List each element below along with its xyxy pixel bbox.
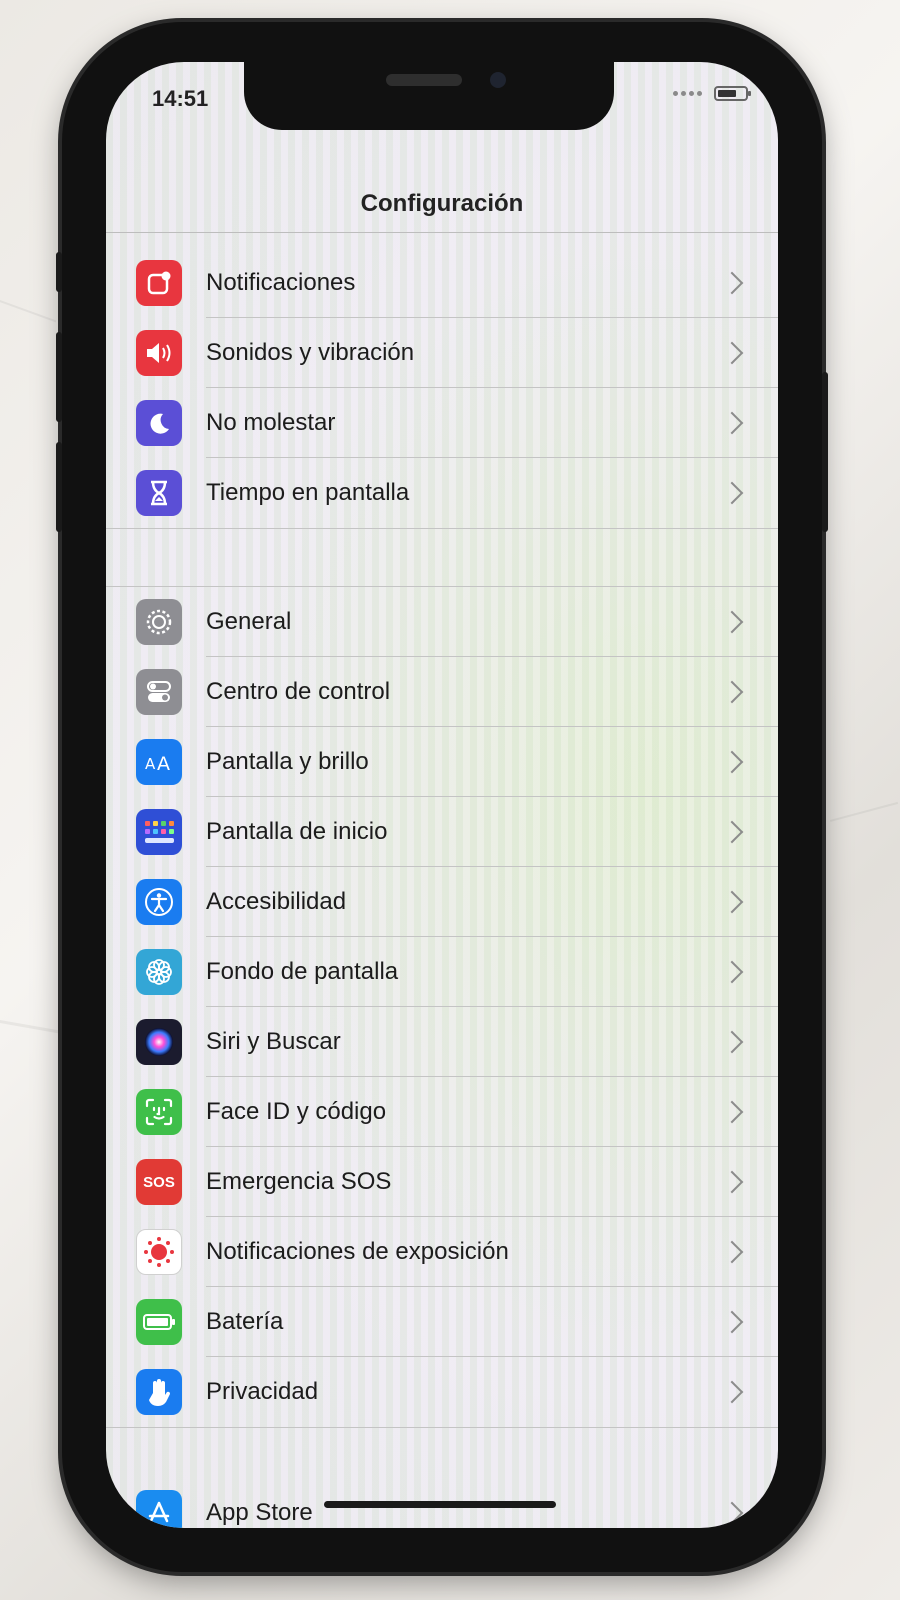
sos-icon-text: SOS	[143, 1173, 175, 1191]
settings-row-label: Batería	[206, 1308, 284, 1335]
phone-frame: 14:51 Configuración Notificaciones Sonid…	[56, 22, 828, 1572]
settings-row-label: Siri y Buscar	[206, 1028, 341, 1055]
chevron-right-icon	[720, 271, 744, 295]
signal-icon	[673, 91, 702, 96]
settings-row-centro-control[interactable]: Centro de control	[106, 657, 778, 727]
settings-group-2: General Centro de control AA Pantalla y …	[106, 587, 778, 1427]
siri-icon	[136, 1019, 182, 1065]
settings-row-label: Accesibilidad	[206, 888, 347, 915]
app-store-icon	[136, 1490, 182, 1528]
chevron-right-icon	[720, 680, 744, 704]
group-divider	[106, 528, 778, 529]
settings-row-sonidos[interactable]: Sonidos y vibración	[106, 318, 778, 388]
settings-row-label: Tiempo en pantalla	[206, 479, 410, 506]
status-indicators	[673, 86, 751, 101]
settings-row-bateria[interactable]: Batería	[106, 1287, 778, 1357]
settings-row-pantalla-brillo[interactable]: AA Pantalla y brillo	[106, 727, 778, 797]
power-button	[822, 372, 828, 532]
speaker-icon	[136, 330, 182, 376]
nav-divider	[106, 232, 778, 233]
settings-row-tiempo-pantalla[interactable]: Tiempo en pantalla	[106, 458, 778, 528]
silent-switch	[56, 252, 62, 292]
hourglass-icon	[136, 470, 182, 516]
settings-group-1: Notificaciones Sonidos y vibración No mo…	[106, 248, 778, 528]
front-camera	[490, 72, 506, 88]
settings-row-label: Notificaciones de exposición	[206, 1238, 509, 1265]
settings-row-pantalla-inicio[interactable]: Pantalla de inicio	[106, 797, 778, 867]
text-size-icon: AA	[136, 739, 182, 785]
settings-row-label: Privacidad	[206, 1378, 319, 1405]
settings-row-label: Face ID y código	[206, 1098, 387, 1125]
settings-row-label: No molestar	[206, 409, 336, 436]
settings-row-sos[interactable]: SOS Emergencia SOS	[106, 1147, 778, 1217]
accessibility-icon	[136, 879, 182, 925]
settings-row-no-molestar[interactable]: No molestar	[106, 388, 778, 458]
group-divider	[106, 1427, 778, 1428]
settings-row-accesibilidad[interactable]: Accesibilidad	[106, 867, 778, 937]
chevron-right-icon	[720, 1310, 744, 1334]
settings-row-label: Notificaciones	[206, 269, 356, 296]
settings-row-label: Emergencia SOS	[206, 1168, 392, 1195]
svg-text:A: A	[145, 755, 156, 773]
moon-icon	[136, 400, 182, 446]
chevron-right-icon	[720, 1501, 744, 1525]
chevron-right-icon	[720, 341, 744, 365]
chevron-right-icon	[720, 890, 744, 914]
svg-text:A: A	[157, 753, 170, 774]
chevron-right-icon	[720, 1170, 744, 1194]
chevron-right-icon	[720, 750, 744, 774]
toggles-icon	[136, 669, 182, 715]
home-indicator[interactable]	[324, 1501, 556, 1508]
settings-row-siri[interactable]: Siri y Buscar	[106, 1007, 778, 1077]
face-id-icon	[136, 1089, 182, 1135]
chevron-right-icon	[720, 411, 744, 435]
settings-row-label: Sonidos y vibración	[206, 339, 415, 366]
battery-icon	[136, 1299, 182, 1345]
chevron-right-icon	[720, 481, 744, 505]
gear-icon	[136, 599, 182, 645]
screen: 14:51 Configuración Notificaciones Sonid…	[106, 62, 778, 1528]
chevron-right-icon	[720, 820, 744, 844]
settings-row-fondo-pantalla[interactable]: Fondo de pantalla	[106, 937, 778, 1007]
battery-status-icon	[714, 86, 751, 101]
chevron-right-icon	[720, 1380, 744, 1404]
app-grid-icon	[136, 809, 182, 855]
page-title: Configuración	[360, 190, 524, 217]
settings-row-exposicion[interactable]: Notificaciones de exposición	[106, 1217, 778, 1287]
notch	[244, 62, 614, 130]
chevron-right-icon	[720, 1100, 744, 1124]
settings-row-label: Pantalla y brillo	[206, 748, 369, 775]
volume-down-button	[56, 442, 62, 532]
settings-row-label: Centro de control	[206, 678, 391, 705]
settings-row-general[interactable]: General	[106, 587, 778, 657]
earpiece-speaker	[386, 74, 462, 86]
settings-row-label: Pantalla de inicio	[206, 818, 388, 845]
chevron-right-icon	[720, 960, 744, 984]
settings-row-face-id[interactable]: Face ID y código	[106, 1077, 778, 1147]
chevron-right-icon	[720, 1240, 744, 1264]
notifications-icon	[136, 260, 182, 306]
settings-row-notificaciones[interactable]: Notificaciones	[106, 248, 778, 318]
chevron-right-icon	[720, 1030, 744, 1054]
status-time: 14:51	[152, 86, 209, 111]
flower-icon	[136, 949, 182, 995]
chevron-right-icon	[720, 610, 744, 634]
settings-row-label: Fondo de pantalla	[206, 958, 399, 985]
sos-icon: SOS	[136, 1159, 182, 1205]
settings-row-privacidad[interactable]: Privacidad	[106, 1357, 778, 1427]
exposure-icon	[136, 1229, 182, 1275]
hand-icon	[136, 1369, 182, 1415]
settings-row-label: General	[206, 608, 292, 635]
volume-up-button	[56, 332, 62, 422]
